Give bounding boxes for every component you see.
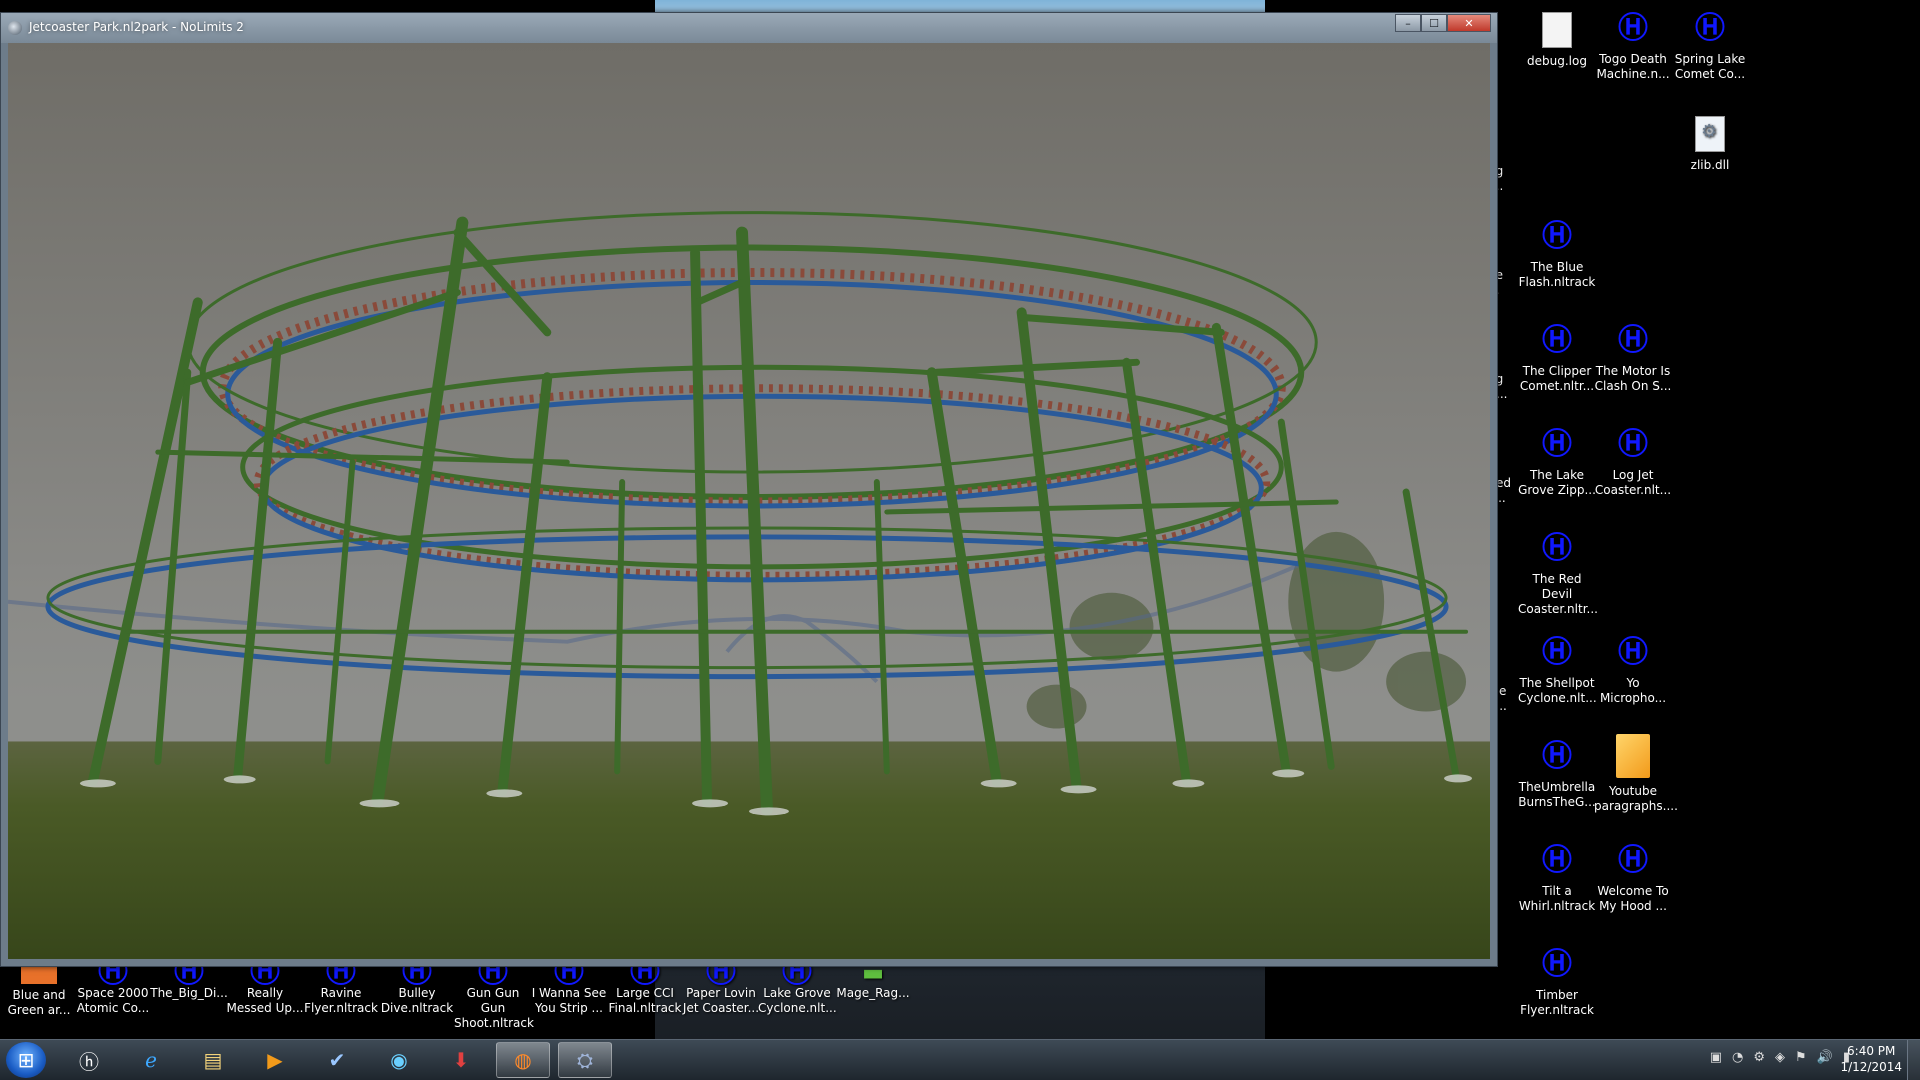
clock-time: 6:40 PM: [1847, 1044, 1896, 1058]
desktop-icon-blue-green[interactable]: Blue and Green ar...: [0, 962, 78, 1018]
media-player-icon[interactable]: ▶: [248, 1042, 302, 1078]
nltrack-icon: Ⓗ: [1542, 427, 1572, 462]
app-window[interactable]: Jetcoaster Park.nl2park - NoLimits 2 – ☐…: [0, 12, 1498, 967]
tray-app-icon[interactable]: ▣: [1710, 1050, 1722, 1065]
desktop-icon-spring-lake[interactable]: Ⓗ Spring Lake Comet Co...: [1671, 12, 1749, 82]
checkmark-app-icon[interactable]: ✔: [310, 1042, 364, 1078]
desktop-icon-yo-micropho[interactable]: Ⓗ Yo Micropho...: [1594, 636, 1672, 706]
desktop-icon-i-wanna-see[interactable]: Ⓗ I Wanna See You Strip ...: [530, 958, 608, 1016]
tray-settings-icon[interactable]: ⚙: [1753, 1050, 1765, 1065]
hp-icon[interactable]: ⓗ: [62, 1042, 116, 1078]
nltrack-icon: Ⓗ: [1542, 843, 1572, 878]
nltrack-icon: Ⓗ: [1542, 323, 1572, 358]
coaster-scene: [8, 43, 1490, 959]
nltrack-icon: Ⓗ: [1542, 219, 1572, 254]
file-explorer-icon[interactable]: ▤: [186, 1042, 240, 1078]
desktop-icon-debug-log[interactable]: debug.log: [1518, 12, 1596, 69]
desktop-icon-large-cci[interactable]: Ⓗ Large CCI Final.nltrack: [606, 958, 684, 1016]
nltrack-icon: Ⓗ: [1618, 843, 1648, 878]
nltrack-icon: Ⓗ: [1542, 947, 1572, 982]
clock-date: 1/12/2014: [1840, 1060, 1902, 1074]
system-clock[interactable]: 6:40 PM 1/12/2014: [1840, 1043, 1902, 1075]
desktop-icon-motor[interactable]: Ⓗ The Motor Is Clash On S...: [1594, 324, 1672, 394]
system-tray: ▣ ◔ ⚙ ◈ ⚑ 🔊 ▮: [1710, 1050, 1850, 1065]
desktop-icon-bulley-dive[interactable]: Ⓗ Bulley Dive.nltrack: [378, 958, 456, 1016]
minimize-button[interactable]: –: [1395, 14, 1421, 32]
3d-viewport[interactable]: [8, 43, 1490, 959]
file-icon: [1542, 12, 1572, 48]
nltrack-icon: Ⓗ: [1542, 739, 1572, 774]
desktop-icon-blue-flash[interactable]: Ⓗ The Blue Flash.nltrack: [1518, 220, 1596, 290]
desktop-icon-zlib[interactable]: zlib.dll: [1671, 116, 1749, 173]
desktop-icon-gun-gun[interactable]: Ⓗ Gun Gun Gun Shoot.nltrack: [454, 958, 534, 1031]
nltrack-icon: Ⓗ: [1618, 11, 1648, 46]
maximize-button[interactable]: ☐: [1421, 14, 1447, 32]
download-app-icon[interactable]: ⬇: [434, 1042, 488, 1078]
start-button[interactable]: ⊞: [6, 1042, 46, 1078]
show-desktop-button[interactable]: [1907, 1040, 1920, 1080]
nltrack-icon: Ⓗ: [1542, 635, 1572, 670]
nolimits-app-icon: [8, 21, 22, 35]
desktop-icon-log-jet[interactable]: Ⓗ Log Jet Coaster.nlt...: [1594, 428, 1672, 498]
taskbar: ⊞ ⓗ ℯ ▤ ▶ ✔ ◉ ⬇ ◍ ⛭ ▣ ◔ ⚙ ◈ ⚑ 🔊 ▮ 6:40 P…: [0, 1039, 1920, 1080]
desktop-icon-umbrella[interactable]: Ⓗ TheUmbrella BurnsTheG...: [1518, 740, 1596, 810]
desktop-icon-timber-flyer[interactable]: Ⓗ Timber Flyer.nltrack: [1518, 948, 1596, 1018]
nltrack-icon: Ⓗ: [1695, 11, 1725, 46]
action-center-flag-icon[interactable]: ⚑: [1795, 1050, 1807, 1065]
desktop-icon-togo[interactable]: Ⓗ Togo Death Machine.n...: [1594, 12, 1672, 82]
volume-icon[interactable]: 🔊: [1817, 1050, 1833, 1065]
desktop-icon-mage-rag[interactable]: ▬ Mage_Rag...: [834, 958, 912, 1001]
grass-ground: [8, 741, 1490, 959]
desktop-icon-big-di[interactable]: Ⓗ The_Big_Di...: [150, 958, 228, 1001]
nltrack-icon: Ⓗ: [1618, 427, 1648, 462]
desktop-icon-welcome-hood[interactable]: Ⓗ Welcome To My Hood ...: [1594, 844, 1672, 914]
dll-icon: [1695, 116, 1725, 152]
nltrack-icon: Ⓗ: [1542, 531, 1572, 566]
firefox-icon[interactable]: ◍: [496, 1042, 550, 1078]
window-controls: – ☐ ✕: [1395, 14, 1491, 32]
desktop-icon-lake-grove-cyclone[interactable]: Ⓗ Lake Grove Cyclone.nlt...: [758, 958, 837, 1016]
desktop-icon-paper-lovin[interactable]: Ⓗ Paper Lovin Jet Coaster...: [682, 958, 760, 1016]
desktop-icon-youtube-paragraphs[interactable]: Youtube paragraphs....: [1594, 734, 1678, 814]
desktop-icon-space-2000[interactable]: Ⓗ Space 2000 Atomic Co...: [74, 958, 152, 1016]
desktop-icon-shellpot[interactable]: Ⓗ The Shellpot Cyclone.nlt...: [1518, 635, 1597, 706]
browser-orb-icon[interactable]: ◉: [372, 1042, 426, 1078]
tray-app-icon[interactable]: ◔: [1732, 1050, 1743, 1065]
desktop-icon-clipper[interactable]: Ⓗ The Clipper Comet.nltr...: [1518, 324, 1596, 394]
tray-nvidia-icon[interactable]: ◈: [1775, 1050, 1785, 1065]
window-title: Jetcoaster Park.nl2park - NoLimits 2: [29, 20, 244, 34]
desktop-icon-ravine-flyer[interactable]: Ⓗ Ravine Flyer.nltrack: [302, 958, 380, 1016]
document-icon: [1616, 734, 1650, 778]
desktop-icon-really-messed[interactable]: Ⓗ Really Messed Up...: [226, 958, 304, 1016]
internet-explorer-icon[interactable]: ℯ: [124, 1042, 178, 1078]
close-button[interactable]: ✕: [1447, 14, 1491, 32]
nltrack-icon: Ⓗ: [1618, 635, 1648, 670]
desktop-icon-tilt-a-whirl[interactable]: Ⓗ Tilt a Whirl.nltrack: [1518, 844, 1596, 914]
desktop-icon-red-devil[interactable]: Ⓗ The Red Devil Coaster.nltr...: [1518, 531, 1598, 617]
desktop-icon-lake-grove-zipp[interactable]: Ⓗ The Lake Grove Zipp...: [1518, 428, 1596, 498]
window-titlebar[interactable]: Jetcoaster Park.nl2park - NoLimits 2 – ☐…: [1, 13, 1497, 43]
nolimits-icon[interactable]: ⛭: [558, 1042, 612, 1078]
nltrack-icon: Ⓗ: [1618, 323, 1648, 358]
